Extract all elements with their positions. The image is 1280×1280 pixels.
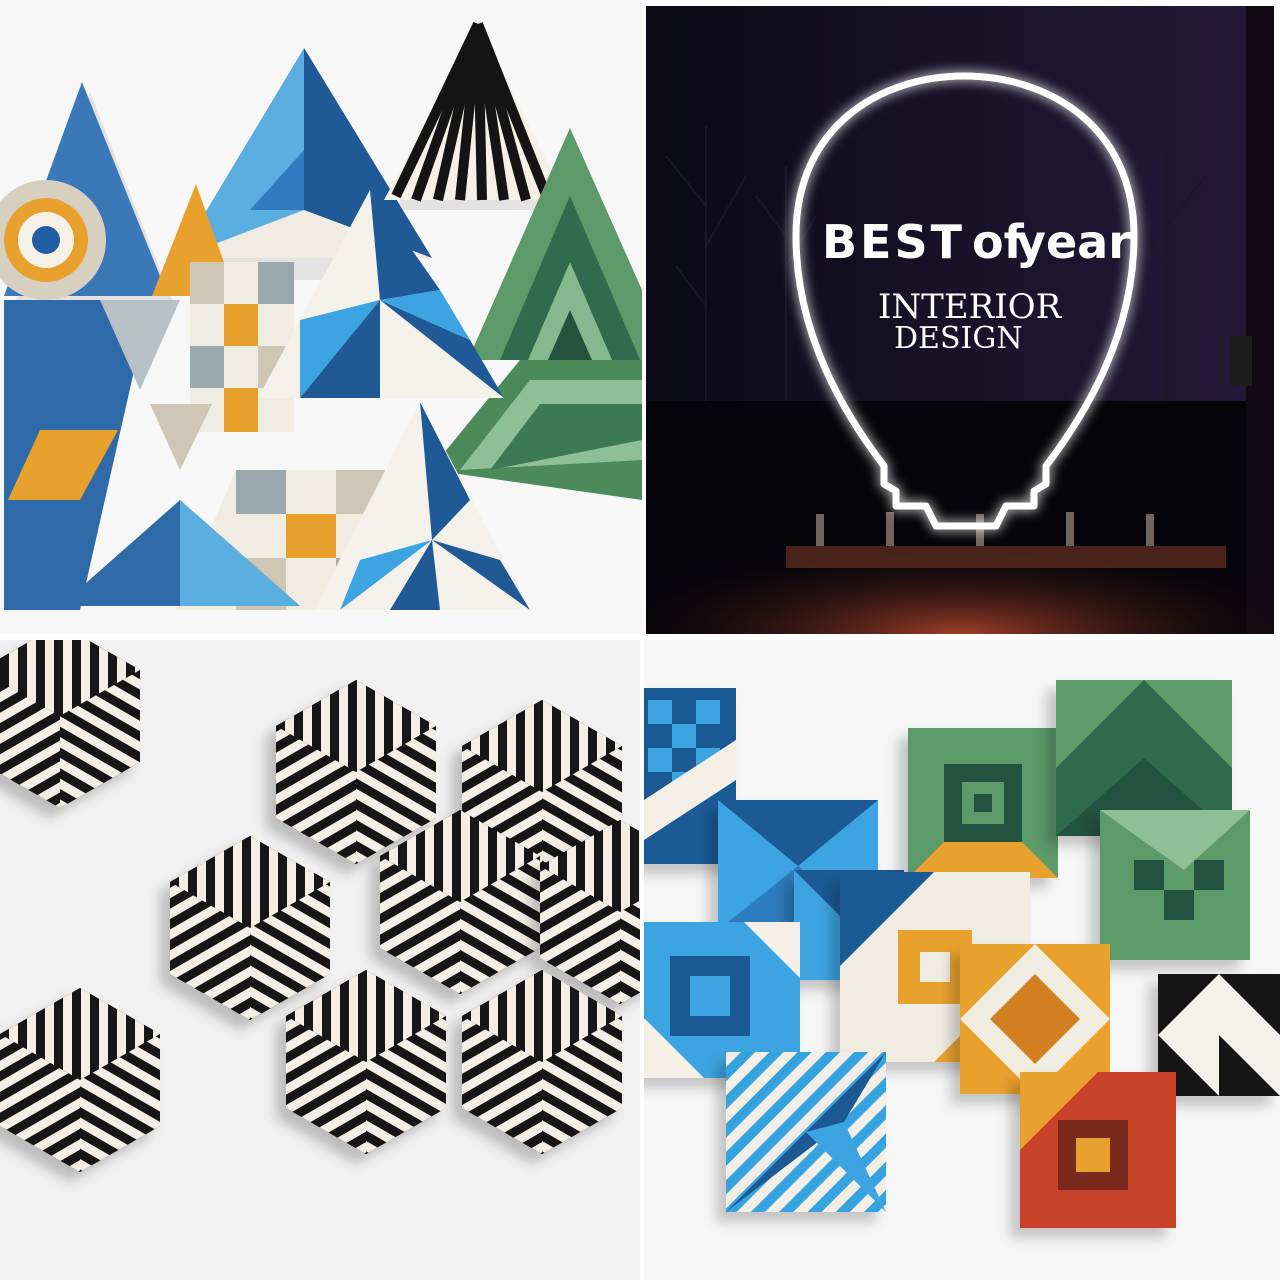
square-tiles-art — [644, 640, 1280, 1280]
square-tiles-panel — [644, 640, 1280, 1280]
best-text: BEST — [822, 215, 965, 269]
tile-orange-diamond — [960, 944, 1110, 1094]
tile-green-square — [908, 728, 1058, 878]
tile-striped-star — [726, 1052, 886, 1212]
tile-red-chain — [1020, 1072, 1176, 1228]
hexagon-tiles-panel — [0, 640, 640, 1280]
tile-black-white — [1158, 974, 1280, 1096]
tile-green-3d — [1100, 810, 1250, 960]
triangle-tiles-panel — [0, 0, 642, 634]
hexagon-tiles-art — [0, 640, 640, 1280]
triangle-tiles-art — [0, 21, 642, 610]
award-bulb-art: BEST of year INTERIOR DESIGN — [646, 6, 1274, 634]
year-text: year — [1016, 215, 1131, 269]
tile-striped-triangle — [384, 21, 566, 202]
award-panel: BEST of year INTERIOR DESIGN — [646, 6, 1274, 634]
magazine-line-2: DESIGN — [894, 321, 1023, 356]
